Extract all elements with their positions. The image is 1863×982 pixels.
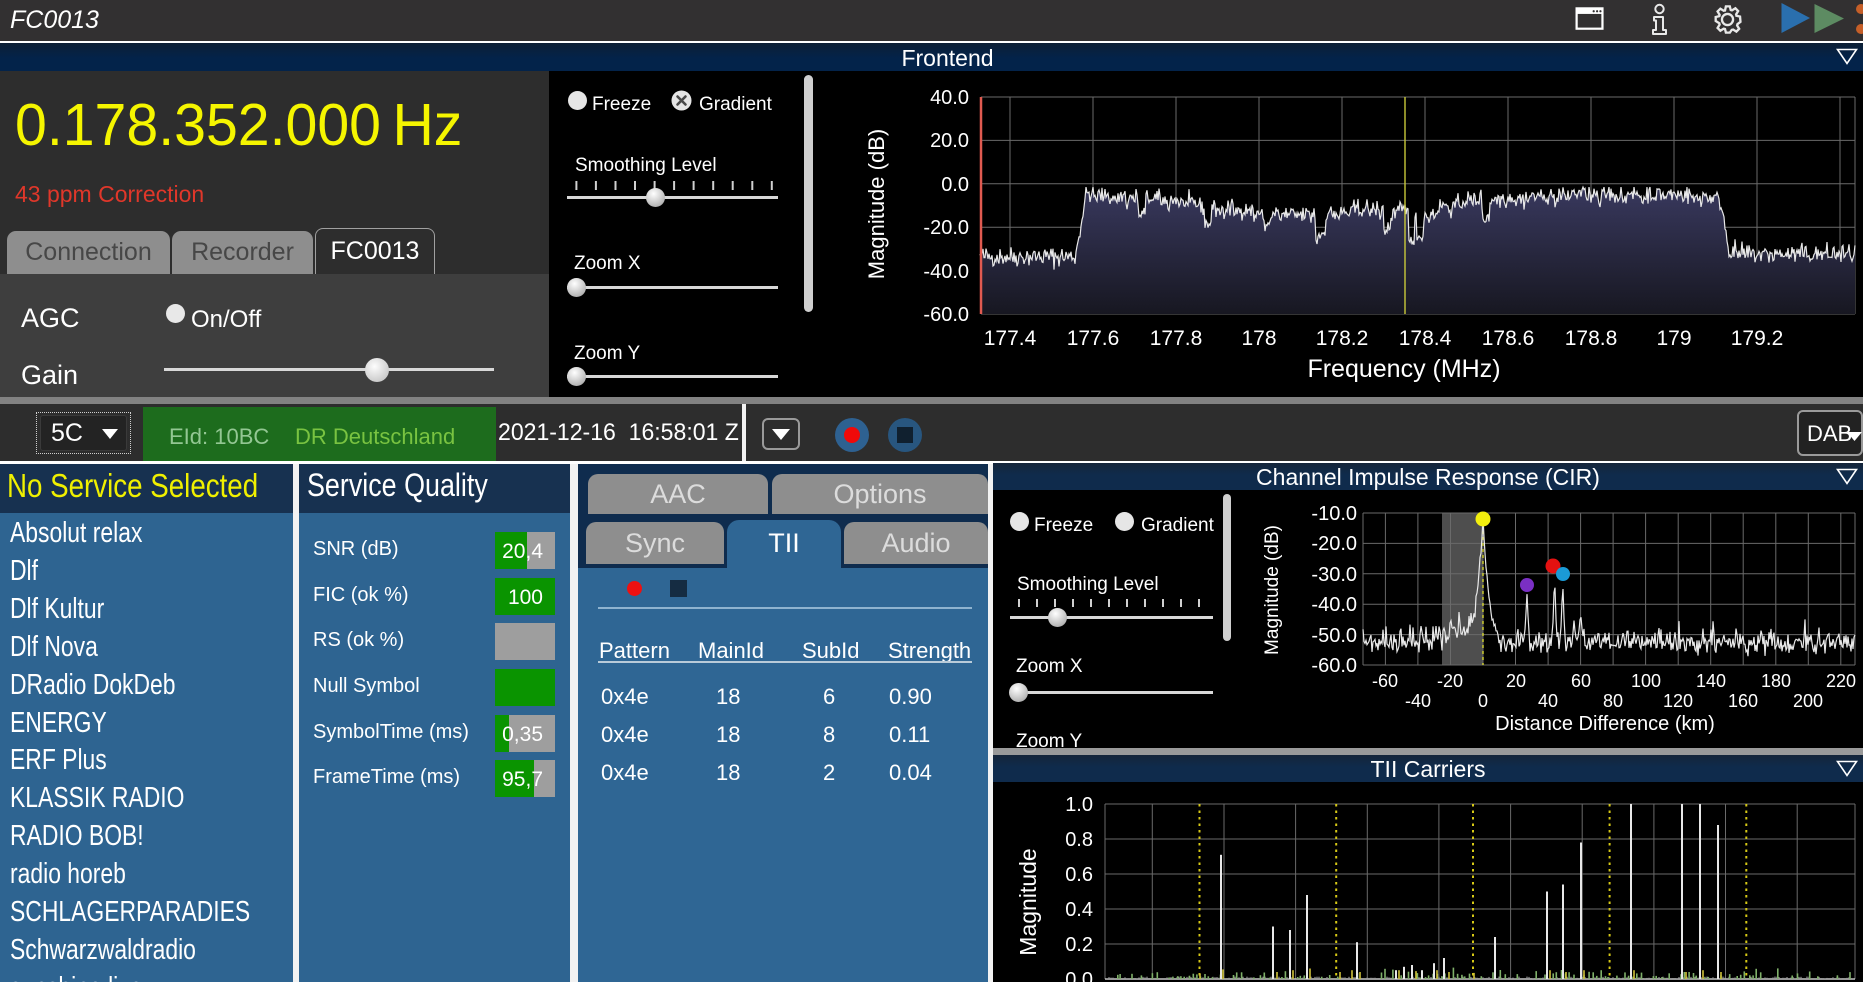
svg-text:179.2: 179.2 <box>1731 327 1784 350</box>
svg-text:Magnitude (dB): Magnitude (dB) <box>864 129 889 279</box>
svg-text:178.4: 178.4 <box>1399 327 1452 350</box>
svg-text:Magnitude (dB): Magnitude (dB) <box>1262 525 1283 655</box>
svg-text:177.4: 177.4 <box>984 327 1037 350</box>
svg-text:0.6: 0.6 <box>1065 864 1093 886</box>
svg-text:60: 60 <box>1571 671 1591 691</box>
svg-text:200: 200 <box>1793 691 1823 711</box>
svg-text:-40.0: -40.0 <box>923 261 969 283</box>
svg-text:220: 220 <box>1826 671 1856 691</box>
svg-text:0.0: 0.0 <box>941 174 969 196</box>
svg-text:177.6: 177.6 <box>1067 327 1120 350</box>
svg-text:20: 20 <box>1506 671 1526 691</box>
svg-text:40: 40 <box>1538 691 1558 711</box>
svg-text:20.0: 20.0 <box>930 130 969 152</box>
svg-text:0.8: 0.8 <box>1065 829 1093 851</box>
svg-text:100: 100 <box>1631 671 1661 691</box>
svg-text:-10.0: -10.0 <box>1311 503 1357 525</box>
svg-text:179: 179 <box>1656 327 1691 350</box>
svg-text:0: 0 <box>1478 691 1488 711</box>
svg-text:140: 140 <box>1696 671 1726 691</box>
svg-text:120: 120 <box>1663 691 1693 711</box>
svg-text:-60.0: -60.0 <box>1311 655 1357 677</box>
svg-text:177.8: 177.8 <box>1150 327 1203 350</box>
svg-text:1.0: 1.0 <box>1065 794 1093 816</box>
svg-text:-60: -60 <box>1372 671 1398 691</box>
svg-text:-50.0: -50.0 <box>1311 625 1357 647</box>
svg-text:-40.0: -40.0 <box>1311 594 1357 616</box>
svg-text:178.6: 178.6 <box>1482 327 1535 350</box>
svg-text:-30.0: -30.0 <box>1311 564 1357 586</box>
svg-text:Frequency (MHz): Frequency (MHz) <box>1307 355 1500 383</box>
svg-text:Distance Difference (km): Distance Difference (km) <box>1495 713 1715 735</box>
svg-text:Magnitude: Magnitude <box>1015 848 1041 955</box>
svg-text:178.8: 178.8 <box>1565 327 1618 350</box>
svg-text:160: 160 <box>1728 691 1758 711</box>
svg-text:178: 178 <box>1241 327 1276 350</box>
svg-text:178.2: 178.2 <box>1316 327 1369 350</box>
svg-text:-20: -20 <box>1437 671 1463 691</box>
svg-text:80: 80 <box>1603 691 1623 711</box>
svg-text:180: 180 <box>1761 671 1791 691</box>
svg-text:-20.0: -20.0 <box>923 217 969 239</box>
svg-text:40.0: 40.0 <box>930 87 969 109</box>
svg-text:0.0: 0.0 <box>1065 969 1093 982</box>
svg-text:-40: -40 <box>1405 691 1431 711</box>
svg-text:0.4: 0.4 <box>1065 899 1093 921</box>
svg-text:-20.0: -20.0 <box>1311 533 1357 555</box>
svg-text:-60.0: -60.0 <box>923 304 969 326</box>
svg-text:0.2: 0.2 <box>1065 934 1093 956</box>
